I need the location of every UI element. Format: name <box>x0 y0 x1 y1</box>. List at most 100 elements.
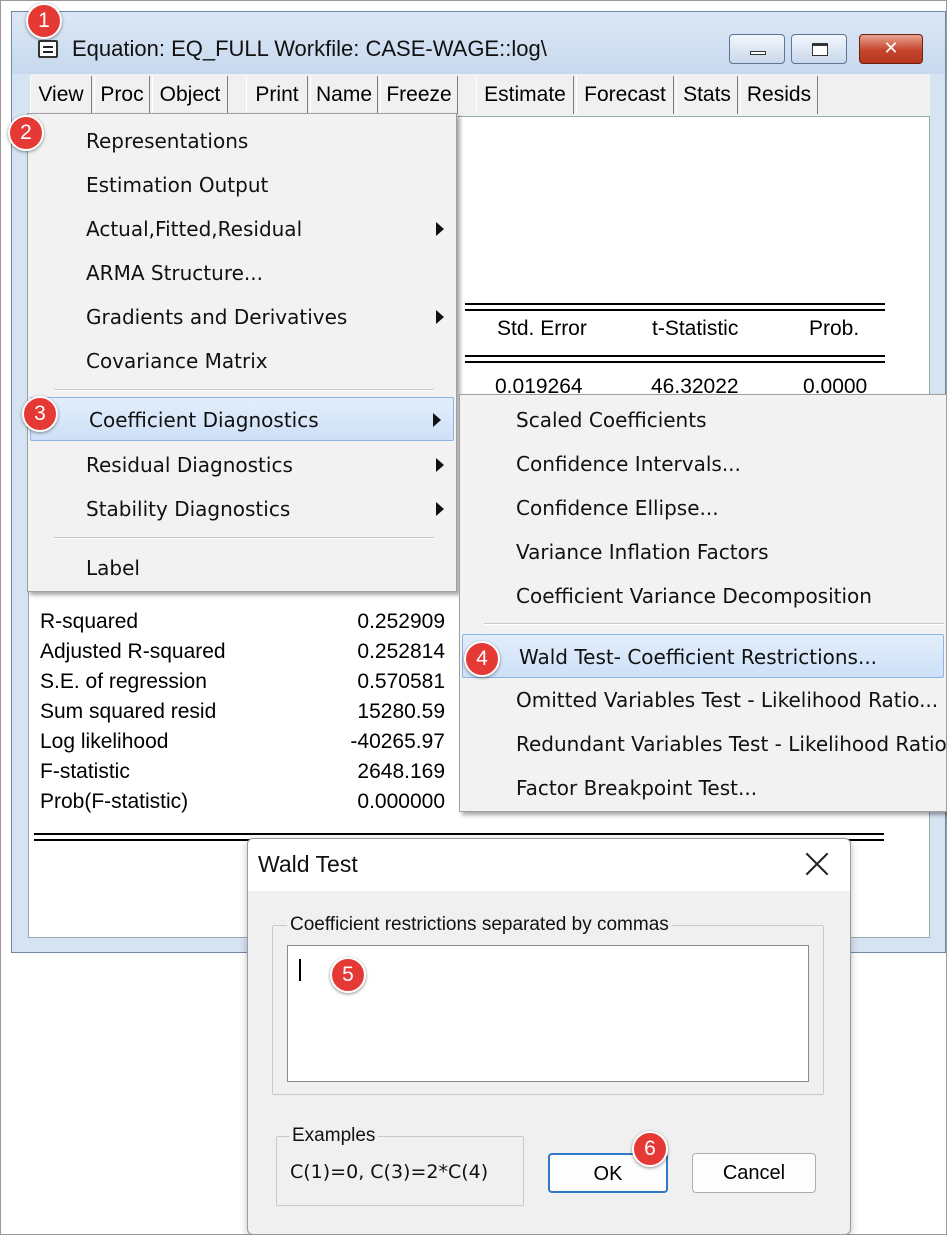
stat-row: Log likelihood -40265.97 <box>40 730 445 760</box>
submenu-item-confidence-ellipse[interactable]: Confidence Ellipse... <box>460 486 946 530</box>
coefficient-diagnostics-submenu: Scaled Coefficients Confidence Intervals… <box>459 394 947 812</box>
menu-item-label: Stability Diagnostics <box>86 497 291 521</box>
menu-item-residual-diagnostics[interactable]: Residual Diagnostics <box>28 443 456 487</box>
submenu-item-scaled-coefficients[interactable]: Scaled Coefficients <box>460 398 946 442</box>
step-badge-1: 1 <box>26 3 62 39</box>
text-caret <box>299 959 301 981</box>
menu-item-gradients-derivatives[interactable]: Gradients and Derivatives <box>28 295 456 339</box>
maximize-icon <box>812 43 828 56</box>
stat-row: Sum squared resid 15280.59 <box>40 700 445 730</box>
stat-row: F-statistic 2648.169 <box>40 760 445 790</box>
stat-label: S.E. of regression <box>40 670 207 693</box>
view-menu: Representations Estimation Output Actual… <box>27 113 457 592</box>
menu-item-representations[interactable]: Representations <box>28 119 456 163</box>
resids-button[interactable]: Resids <box>740 76 818 114</box>
stat-label: Log likelihood <box>40 730 169 753</box>
stat-value: 0.252909 <box>357 610 445 633</box>
header-rule <box>465 355 885 357</box>
menu-item-actual-fitted-residual[interactable]: Actual,Fitted,Residual <box>28 207 456 251</box>
table-top-rule <box>465 303 885 305</box>
submenu-arrow-icon <box>436 310 444 324</box>
submenu-arrow-icon <box>436 222 444 236</box>
header-t-statistic: t-Statistic <box>652 317 739 340</box>
print-button[interactable]: Print <box>246 76 308 114</box>
submenu-item-wald-test[interactable]: Wald Test- Coefficient Restrictions... <box>462 634 944 678</box>
header-prob: Prob. <box>809 317 860 340</box>
minimize-button[interactable] <box>729 34 785 64</box>
stat-value: 0.252814 <box>357 640 445 663</box>
title-bar[interactable]: Equation: EQ_FULL Workfile: CASE-WAGE::l… <box>12 12 945 74</box>
dialog-title-bar[interactable]: Wald Test <box>248 839 850 891</box>
examples-label: Examples <box>289 1125 379 1147</box>
dialog-title: Wald Test <box>258 851 358 877</box>
toolbar: View Proc Object Print Name Freeze Estim… <box>30 74 930 116</box>
minimize-icon <box>750 51 766 55</box>
object-button[interactable]: Object <box>152 76 228 114</box>
header-rule-2 <box>465 361 885 363</box>
stat-label: Prob(F-statistic) <box>40 790 189 813</box>
maximize-button[interactable] <box>791 34 847 64</box>
submenu-item-redundant-variables[interactable]: Redundant Variables Test - Likelihood Ra… <box>460 722 946 766</box>
window-title: Equation: EQ_FULL Workfile: CASE-WAGE::l… <box>72 36 547 61</box>
wald-test-dialog: Wald Test Coefficient restrictions separ… <box>247 838 851 1235</box>
submenu-arrow-icon <box>433 413 441 427</box>
menu-separator <box>54 537 434 539</box>
view-button[interactable]: View <box>30 76 92 114</box>
stat-value: 0.570581 <box>357 670 445 693</box>
forecast-button[interactable]: Forecast <box>576 76 674 114</box>
menu-item-stability-diagnostics[interactable]: Stability Diagnostics <box>28 487 456 531</box>
submenu-arrow-icon <box>436 458 444 472</box>
estimate-button[interactable]: Estimate <box>476 76 574 114</box>
restrictions-input[interactable] <box>287 945 809 1082</box>
menu-item-label: Actual,Fitted,Residual <box>86 217 303 241</box>
examples-text: C(1)=0, C(3)=2*C(4) <box>290 1161 489 1183</box>
dialog-close-icon[interactable] <box>804 851 830 877</box>
table-bottom-rule <box>34 833 884 835</box>
menu-item-arma-structure[interactable]: ARMA Structure... <box>28 251 456 295</box>
menu-item-estimation-output[interactable]: Estimation Output <box>28 163 456 207</box>
header-std-error: Std. Error <box>497 317 587 340</box>
stat-value: 0.000000 <box>357 790 445 813</box>
stat-label: R-squared <box>40 610 139 633</box>
menu-item-label: Residual Diagnostics <box>86 453 293 477</box>
stats-button[interactable]: Stats <box>676 76 738 114</box>
regression-stats: R-squared 0.252909 Adjusted R-squared 0.25… <box>40 610 445 820</box>
menu-item-label-entry[interactable]: Label <box>28 546 456 590</box>
step-badge-2: 2 <box>8 115 44 151</box>
close-icon: ✕ <box>883 38 899 59</box>
table-top-rule-2 <box>465 309 885 311</box>
stat-row: R-squared 0.252909 <box>40 610 445 640</box>
stat-label: Adjusted R-squared <box>40 640 226 663</box>
menu-item-coefficient-diagnostics[interactable]: Coefficient Diagnostics <box>30 397 454 441</box>
menu-separator <box>484 623 944 625</box>
cancel-button[interactable]: Cancel <box>692 1153 816 1193</box>
stat-value: 15280.59 <box>357 700 445 723</box>
submenu-arrow-icon <box>436 502 444 516</box>
menu-item-label: Gradients and Derivatives <box>86 305 348 329</box>
stat-label: F-statistic <box>40 760 130 783</box>
submenu-item-variance-decomposition[interactable]: Coefficient Variance Decomposition <box>460 574 946 618</box>
submenu-item-vif[interactable]: Variance Inflation Factors <box>460 530 946 574</box>
stat-value: 2648.169 <box>357 760 445 783</box>
menu-item-covariance-matrix[interactable]: Covariance Matrix <box>28 339 456 383</box>
stat-label: Sum squared resid <box>40 700 217 723</box>
menu-separator <box>54 389 434 391</box>
close-button[interactable]: ✕ <box>859 34 923 64</box>
window-menu-icon[interactable] <box>38 40 58 58</box>
submenu-item-confidence-intervals[interactable]: Confidence Intervals... <box>460 442 946 486</box>
submenu-item-omitted-variables[interactable]: Omitted Variables Test - Likelihood Rati… <box>460 678 946 722</box>
stat-row: Prob(F-statistic) 0.000000 <box>40 790 445 820</box>
step-badge-3: 3 <box>22 396 58 432</box>
step-badge-5: 5 <box>330 957 366 993</box>
proc-button[interactable]: Proc <box>94 76 150 114</box>
submenu-item-factor-breakpoint[interactable]: Factor Breakpoint Test... <box>460 766 946 810</box>
stat-value: -40265.97 <box>350 730 445 753</box>
name-button[interactable]: Name <box>310 76 378 114</box>
stat-row: S.E. of regression 0.570581 <box>40 670 445 700</box>
menu-item-label: Coefficient Diagnostics <box>89 408 319 432</box>
stat-row: Adjusted R-squared 0.252814 <box>40 640 445 670</box>
step-badge-6: 6 <box>632 1131 668 1167</box>
freeze-button[interactable]: Freeze <box>380 76 458 114</box>
step-badge-4: 4 <box>464 641 500 677</box>
restrictions-group-label: Coefficient restrictions separated by co… <box>287 914 672 936</box>
